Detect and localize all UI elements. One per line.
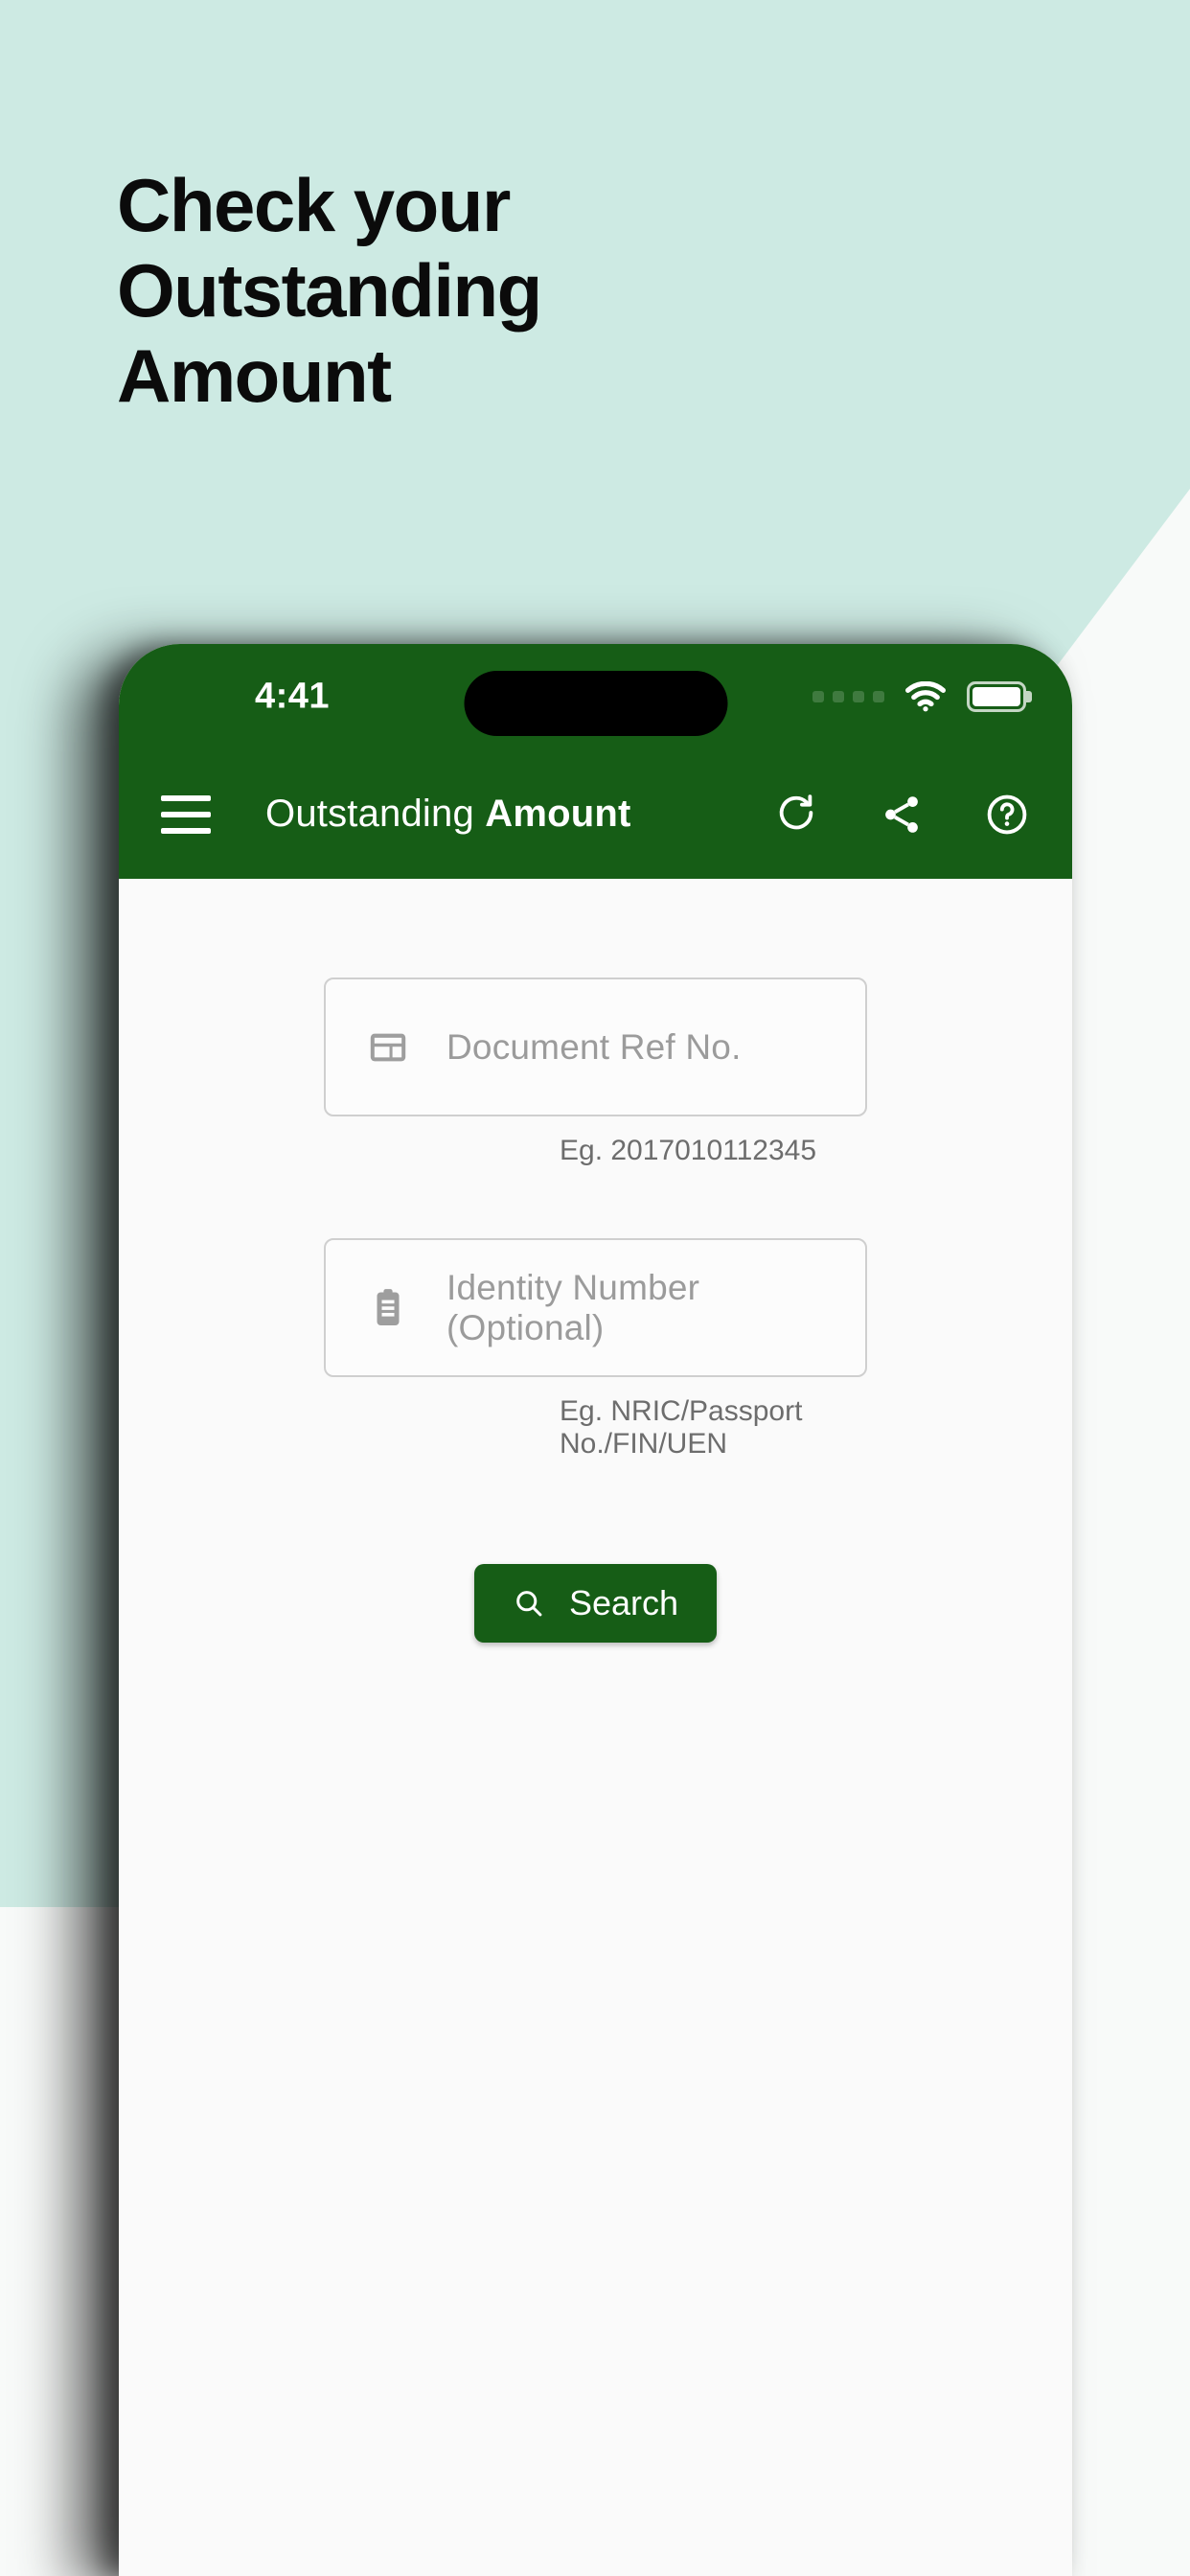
identity-number-field-group: Identity Number (Optional) Eg. NRIC/Pass… <box>119 1238 1072 1460</box>
identity-number-input[interactable]: Identity Number (Optional) <box>324 1238 867 1377</box>
document-ref-helper-text: Eg. 2017010112345 <box>560 1135 817 1166</box>
app-bar: Outstanding Amount <box>119 749 1072 879</box>
status-bar-icons <box>812 681 1026 712</box>
hamburger-menu-icon[interactable] <box>161 794 211 834</box>
identity-number-placeholder: Identity Number (Optional) <box>446 1267 700 1347</box>
app-content: Document Ref No. Eg. 2017010112345 Ident… <box>119 879 1072 2576</box>
search-button[interactable]: Search <box>473 1564 718 1643</box>
refresh-icon[interactable] <box>773 792 819 838</box>
headline-line-3: Amount <box>117 333 392 418</box>
identity-number-helper-text: Eg. NRIC/Passport No./FIN/UEN <box>560 1395 803 1460</box>
search-button-label: Search <box>568 1583 679 1622</box>
share-icon[interactable] <box>879 792 925 838</box>
app-bar-title: Outstanding Amount <box>265 793 631 836</box>
wifi-icon <box>905 681 946 712</box>
document-ref-input[interactable]: Document Ref No. <box>324 978 867 1116</box>
help-icon[interactable] <box>984 792 1030 838</box>
app-bar-title-bold: Amount <box>485 793 631 835</box>
document-ref-field-group: Document Ref No. Eg. 2017010112345 <box>119 978 1072 1167</box>
camera-notch <box>464 671 727 736</box>
page-title: Check your Outstanding Amount <box>117 163 903 419</box>
status-bar-clock: 4:41 <box>255 676 331 717</box>
search-icon <box>513 1587 545 1620</box>
app-bar-actions <box>773 792 1030 838</box>
promo-page: Check your Outstanding Amount 4:41 Outst… <box>0 0 1190 2576</box>
document-ref-placeholder: Document Ref No. <box>446 1026 742 1067</box>
status-bar: 4:41 <box>119 644 1072 749</box>
document-ref-icon <box>366 1025 410 1070</box>
signal-dots-icon <box>812 691 884 702</box>
headline-line-1: Check your <box>117 163 511 247</box>
app-bar-title-light: Outstanding <box>265 793 474 835</box>
headline-line-2: Outstanding <box>117 247 542 333</box>
battery-full-icon <box>967 681 1026 712</box>
field-spacer <box>119 1167 1072 1238</box>
phone-mockup: 4:41 Outstanding Amount Document Ref No.… <box>119 644 1072 2576</box>
clipboard-identity-icon <box>366 1286 410 1330</box>
search-button-row: Search <box>119 1564 1072 1643</box>
